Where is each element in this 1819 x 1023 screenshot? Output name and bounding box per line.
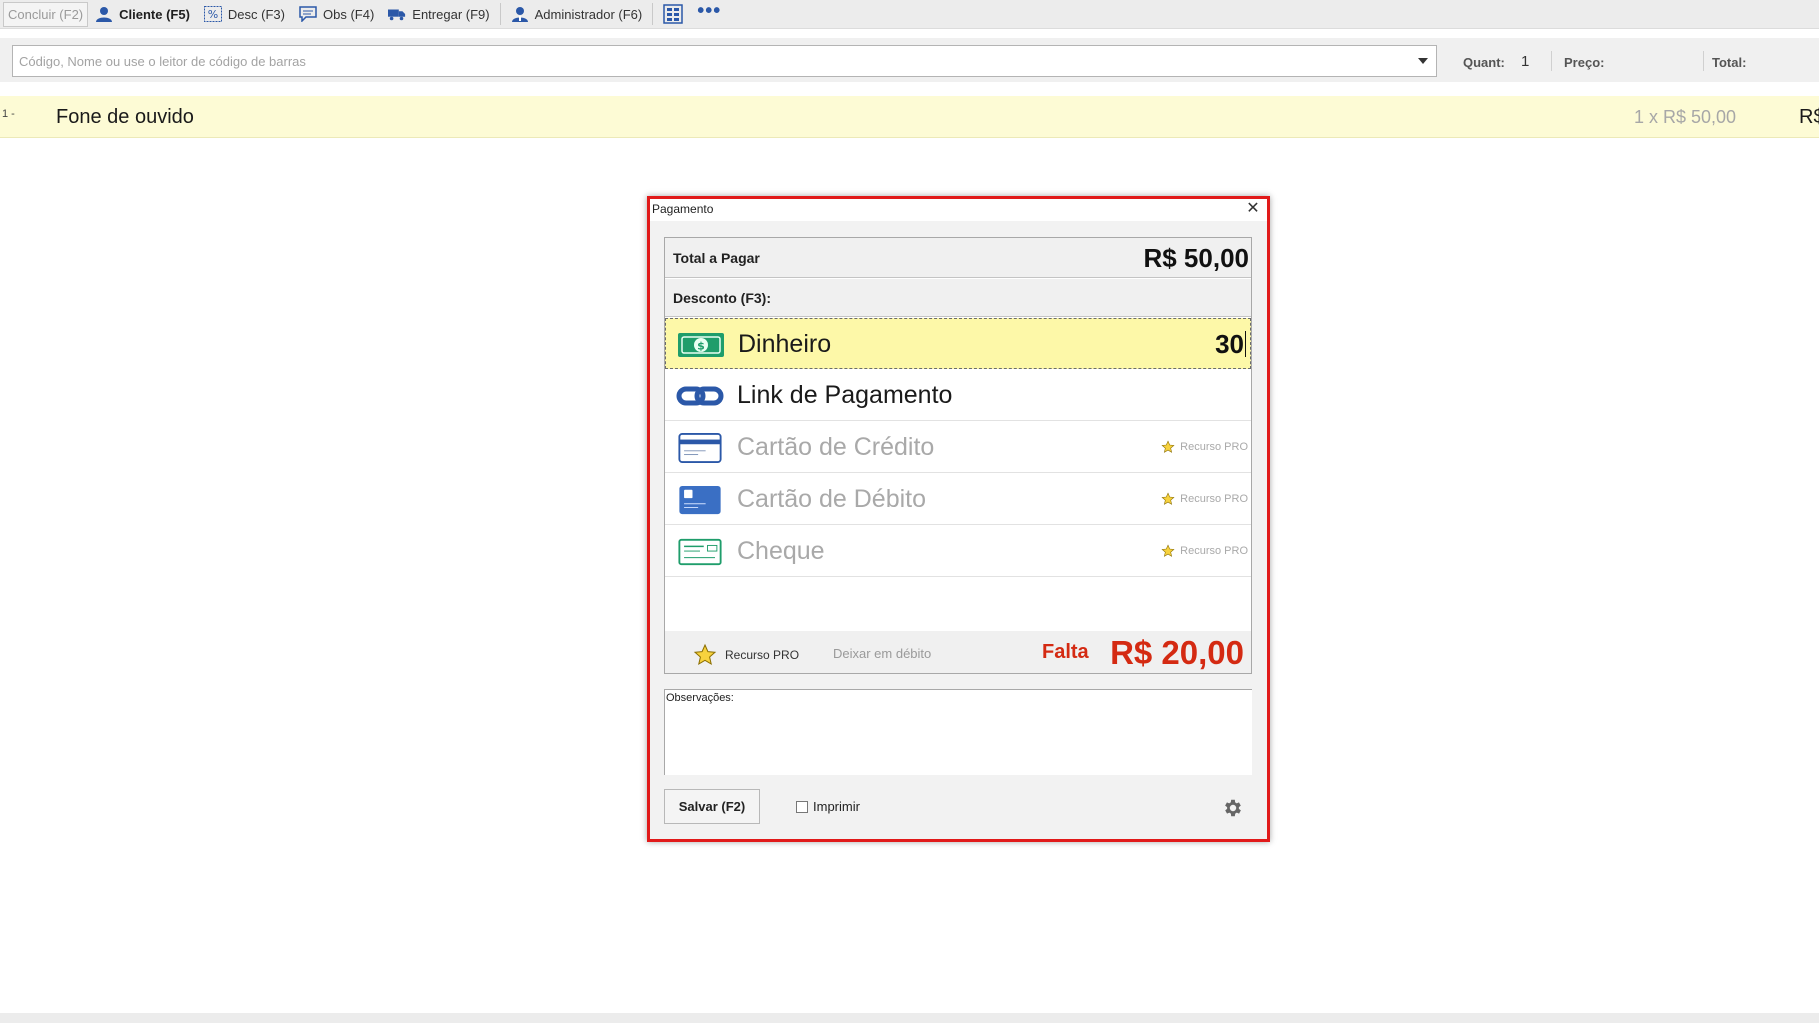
discount-row[interactable]: Desconto (F3): [665,279,1251,317]
product-search-input[interactable] [13,47,1403,75]
discount-label: Desconto (F3): [673,290,771,306]
payment-dialog: Pagamento ✕ Total a Pagar R$ 50,00 Desco… [647,196,1270,842]
svg-text:%: % [208,8,218,21]
dinheiro-amount-input[interactable]: 30 [1215,329,1246,360]
dinheiro-amount-value: 30 [1215,329,1244,359]
grid-layout-icon [663,4,683,24]
payment-method-debito[interactable]: Cartão de Débito Recurso PRO [665,474,1251,525]
text-cursor [1245,331,1246,357]
comment-icon [299,6,317,22]
obs-label: Obs (F4) [322,6,375,22]
admin-user-icon [511,7,528,22]
cash-icon: $ [678,333,724,357]
payment-method-label: Cartão de Débito [737,485,927,513]
print-label: Imprimir [813,799,860,814]
entregar-label: Entregar (F9) [412,6,490,22]
cart-item-total: R$ [1799,106,1819,128]
pro-badge-label: Recurso PRO [1180,545,1248,557]
total-label: Total: [1712,55,1747,70]
save-button[interactable]: Salvar (F2) [664,789,760,824]
pro-badge: Recurso PRO [1161,544,1248,558]
payment-method-credito[interactable]: Cartão de Crédito Recurso PRO [665,422,1251,473]
percent-icon: % [203,6,222,22]
pro-badge-label: Recurso PRO [1180,441,1248,453]
cliente-button[interactable]: Cliente (F5) [88,1,197,28]
layout-button[interactable] [656,1,690,28]
dropdown-arrow-icon[interactable] [1418,58,1428,64]
cart-item-row[interactable]: 1 - Fone de ouvido 1 x R$ 50,00 R$ [0,96,1819,138]
debit-card-icon [679,485,721,515]
star-icon [1161,544,1175,557]
toolbar-divider [499,3,501,25]
star-icon [693,643,717,666]
toolbar: Concluir (F2) Cliente (F5) % Desc (F3) O… [0,0,1819,29]
truck-icon [388,9,406,21]
preco-label: Preço: [1564,55,1605,70]
footer-pro-label: Recurso PRO [725,648,800,662]
toolbar-divider [652,3,654,25]
dialog-titlebar: Pagamento ✕ [650,199,1267,221]
observations-textarea[interactable]: Observações: [664,689,1252,775]
svg-text:$: $ [697,340,705,353]
payment-method-label: Cartão de Crédito [737,433,935,461]
link-icon [676,386,724,406]
print-checkbox-wrapper[interactable]: Imprimir [796,799,860,814]
cart-item-qty-price: 1 x R$ 50,00 [1634,107,1737,127]
footer-pro-badge: Recurso PRO [693,643,799,667]
product-search-combobox[interactable] [12,45,1437,77]
star-icon [1161,492,1175,505]
print-checkbox[interactable] [796,800,808,813]
total-to-pay-label: Total a Pagar [673,250,760,266]
administrador-button[interactable]: Administrador (F6) [504,1,650,28]
gear-icon[interactable] [1222,797,1244,819]
dialog-title: Pagamento [652,202,714,216]
more-options-button[interactable]: ••• [690,1,728,28]
falta-label: Falta [1042,641,1089,663]
desc-label: Desc (F3) [227,6,285,22]
payment-summary-footer: Recurso PRO Deixar em débito Falta R$ 20… [665,631,1251,673]
payment-method-dinheiro[interactable]: $ Dinheiro 30 [665,318,1251,369]
payment-method-label: Dinheiro [738,330,832,358]
pro-badge: Recurso PRO [1161,492,1248,506]
star-icon [1161,440,1175,453]
cheque-icon [678,538,722,566]
leave-in-debit-link[interactable]: Deixar em débito [833,646,931,661]
concluir-button[interactable]: Concluir (F2) [3,1,89,27]
payment-panel: Total a Pagar R$ 50,00 Desconto (F3): $ … [664,237,1252,674]
payment-method-cheque[interactable]: Cheque Recurso PRO [665,526,1251,577]
pro-badge-label: Recurso PRO [1180,493,1248,505]
payment-method-label: Cheque [737,537,825,565]
quant-value[interactable]: 1 [1521,53,1529,70]
total-to-pay-row: Total a Pagar R$ 50,00 [665,238,1251,278]
search-divider [1551,51,1552,71]
close-icon[interactable]: ✕ [1245,201,1261,217]
user-icon [96,7,113,22]
cart-item-name: Fone de ouvido [56,106,194,128]
quant-label: Quant: [1463,55,1505,70]
credit-card-icon [678,433,722,463]
obs-button[interactable]: Obs (F4) [292,1,381,28]
desc-button[interactable]: % Desc (F3) [197,1,292,28]
total-to-pay-value: R$ 50,00 [1143,243,1249,273]
search-divider [1703,51,1704,71]
observations-label: Observações: [666,692,734,704]
cliente-label: Cliente (F5) [119,6,190,22]
product-search-bar: Quant: 1 Preço: Total: [0,38,1819,82]
status-bar [0,1013,1819,1023]
cart-item-index: 1 - [2,108,15,120]
entregar-button[interactable]: Entregar (F9) [381,1,496,28]
falta-value: R$ 20,00 [1110,634,1244,671]
payment-method-link[interactable]: Link de Pagamento [665,370,1251,421]
payment-method-label: Link de Pagamento [737,381,953,409]
administrador-label: Administrador (F6) [534,6,643,22]
pro-badge: Recurso PRO [1161,440,1248,454]
